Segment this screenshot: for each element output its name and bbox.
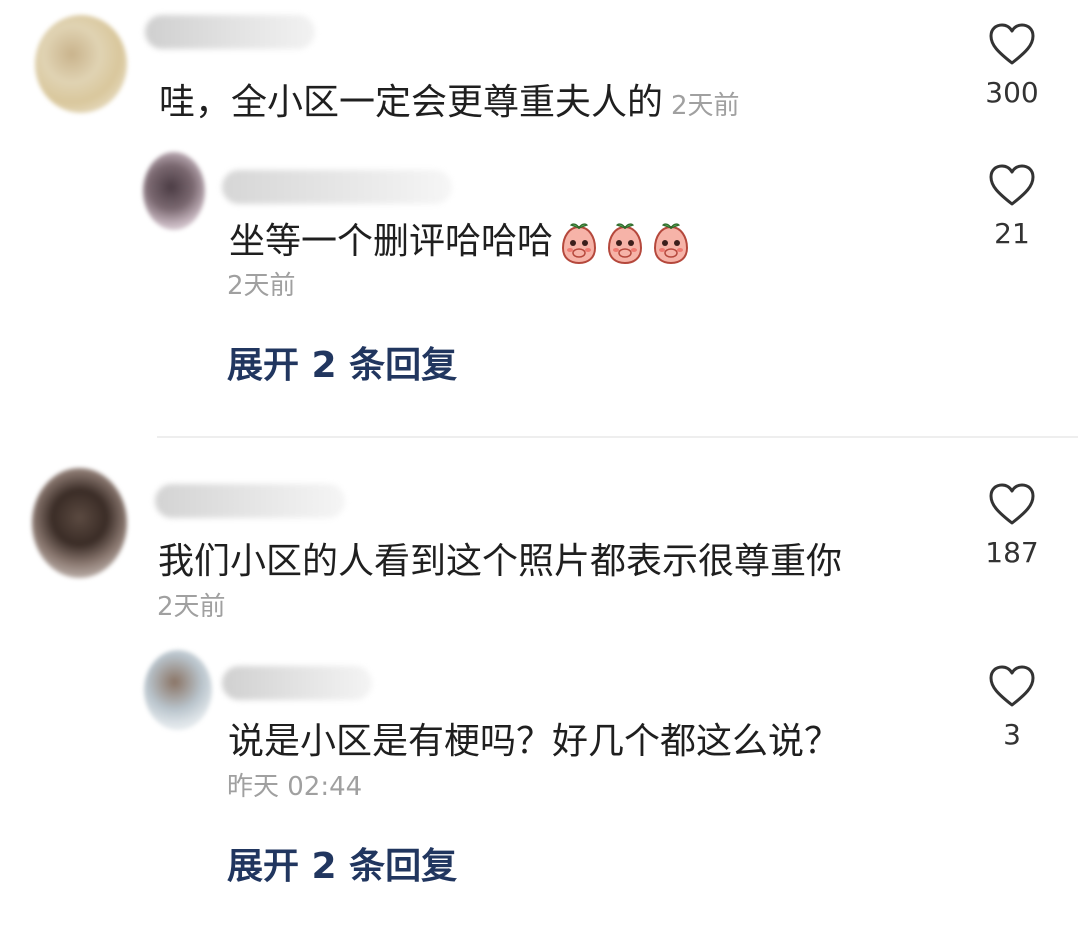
heart-icon[interactable] xyxy=(988,482,1036,526)
reply-time: 昨天 02:44 xyxy=(227,772,363,802)
username-blurred[interactable] xyxy=(222,170,452,204)
like-count: 300 xyxy=(985,76,1039,109)
comment-time: 2天前 xyxy=(671,91,740,121)
like-button[interactable]: 187 xyxy=(977,482,1047,570)
heart-icon[interactable] xyxy=(988,22,1036,66)
like-count: 3 xyxy=(1003,718,1021,751)
divider xyxy=(157,436,1078,438)
avatar[interactable] xyxy=(143,152,205,230)
emoji-row xyxy=(553,221,691,265)
heart-icon[interactable] xyxy=(988,664,1036,708)
username-blurred[interactable] xyxy=(155,484,345,518)
peach-face-emoji-icon xyxy=(562,223,597,265)
username-blurred[interactable] xyxy=(222,666,372,700)
heart-icon[interactable] xyxy=(988,163,1036,207)
comment-text-content: 哇，全小区一定会更尊重夫人的 xyxy=(159,82,664,123)
reply-text: 说是小区是有梗吗？好几个都这么说？ xyxy=(228,721,841,762)
like-button[interactable]: 3 xyxy=(977,664,1047,752)
username-blurred[interactable] xyxy=(145,15,315,49)
reply-text: 坐等一个删评哈哈哈 xyxy=(229,220,691,265)
expand-replies-button[interactable]: 展开 2 条回复 xyxy=(227,344,457,388)
like-count: 187 xyxy=(985,536,1039,569)
comment-time: 2天前 xyxy=(157,592,226,622)
expand-replies-button[interactable]: 展开 2 条回复 xyxy=(227,845,457,889)
avatar[interactable] xyxy=(35,15,127,113)
comment-text: 我们小区的人看到这个照片都表示很尊重你 xyxy=(158,541,843,582)
peach-face-emoji-icon xyxy=(654,223,689,265)
peach-face-emoji-icon xyxy=(608,223,643,265)
comment-text: 哇，全小区一定会更尊重夫人的 2天前 xyxy=(159,81,740,128)
like-count: 21 xyxy=(994,217,1030,250)
avatar[interactable] xyxy=(144,650,212,730)
reply-text-content: 坐等一个删评哈哈哈 xyxy=(229,221,554,262)
reply-time: 2天前 xyxy=(227,271,296,301)
like-button[interactable]: 21 xyxy=(977,163,1047,251)
like-button[interactable]: 300 xyxy=(977,22,1047,110)
avatar[interactable] xyxy=(32,468,127,578)
